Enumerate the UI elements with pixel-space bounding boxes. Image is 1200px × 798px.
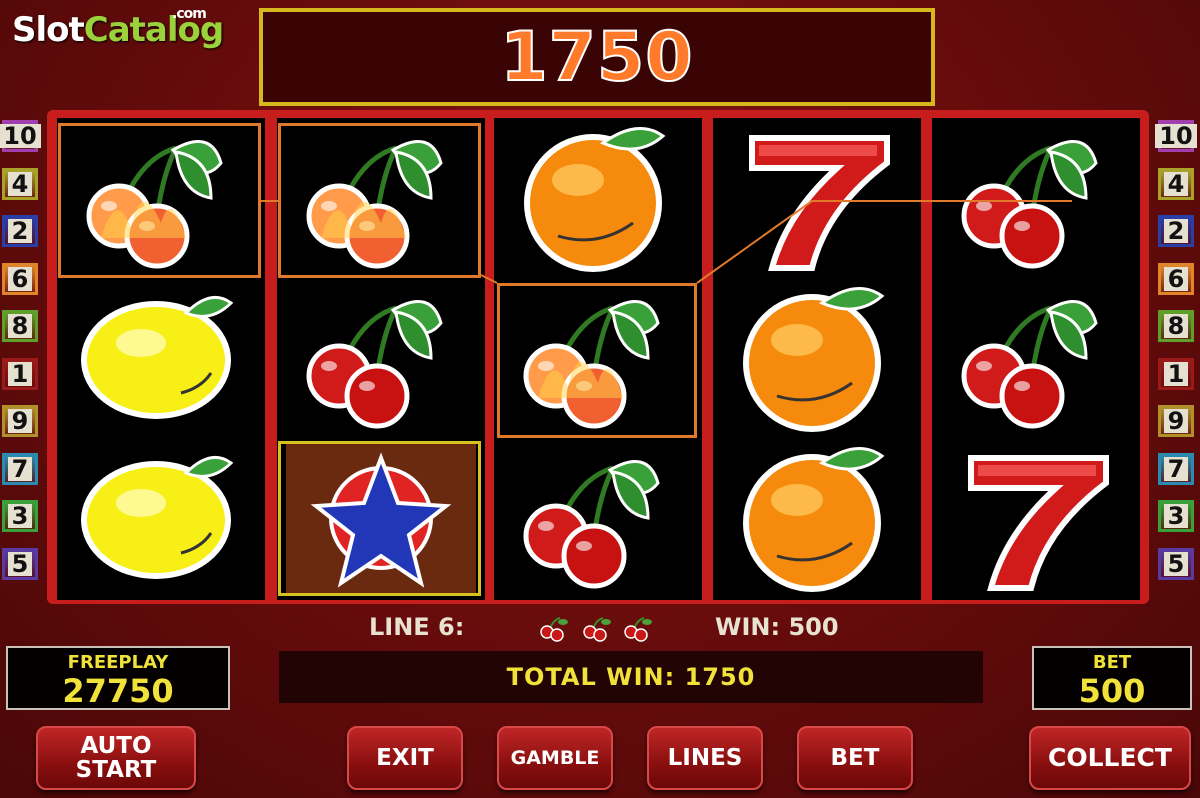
bet-display: BET 500 (1032, 646, 1192, 710)
exit-button[interactable]: EXIT (347, 726, 463, 790)
lines-button[interactable]: LINES (647, 726, 763, 790)
freeplay-value: 27750 (62, 672, 174, 710)
right-line-badge-10: 10 (1155, 120, 1197, 152)
left-line-badge-4: 4 (2, 167, 38, 200)
left-line-badge-7: 7 (2, 452, 38, 485)
line-win-symbols (540, 617, 652, 642)
right-line-badge-5: 5 (1158, 547, 1194, 580)
auto-start-label-1: AUTO (80, 733, 152, 759)
mini-cherry-icon (583, 617, 611, 642)
freeplay-label: FREEPLAY (67, 652, 169, 673)
right-line-badge-6: 6 (1158, 262, 1194, 295)
freeplay-balance: FREEPLAY 27750 (6, 646, 230, 710)
left-line-badge-10: 10 (0, 120, 41, 152)
left-line-badge-9: 9 (2, 405, 38, 437)
line-win: WIN: 500 (715, 613, 839, 641)
auto-start-label-2: START (75, 757, 157, 783)
left-line-badge-8: 8 (2, 310, 38, 342)
bet-value: 500 (1078, 672, 1146, 710)
total-win-text: TOTAL WIN: 1750 (506, 663, 756, 691)
right-line-badge-1: 1 (1158, 357, 1194, 390)
gamble-button[interactable]: GAMBLE (497, 726, 613, 790)
line-label: LINE 6: (369, 613, 465, 641)
mini-cherry-icon (624, 617, 652, 642)
left-line-badge-2: 2 (2, 215, 38, 247)
right-line-badge-7: 7 (1158, 452, 1194, 485)
right-line-badge-9: 9 (1158, 405, 1194, 437)
collect-button[interactable]: COLLECT (1029, 726, 1191, 790)
right-line-badge-2: 2 (1158, 215, 1194, 247)
bet-button[interactable]: BET (797, 726, 913, 790)
right-line-badge-4: 4 (1158, 167, 1194, 200)
total-win-bar: TOTAL WIN: 1750 (279, 651, 983, 703)
bet-label: BET (1092, 652, 1132, 673)
auto-start-button[interactable]: AUTO START (36, 726, 196, 790)
right-line-badge-3: 3 (1158, 500, 1194, 532)
mini-cherry-icon (540, 617, 568, 642)
left-line-badge-6: 6 (2, 262, 38, 295)
left-line-badge-3: 3 (2, 500, 38, 532)
right-line-badge-8: 8 (1158, 310, 1194, 342)
left-line-badge-1: 1 (2, 357, 38, 390)
left-line-badge-5: 5 (2, 547, 38, 580)
